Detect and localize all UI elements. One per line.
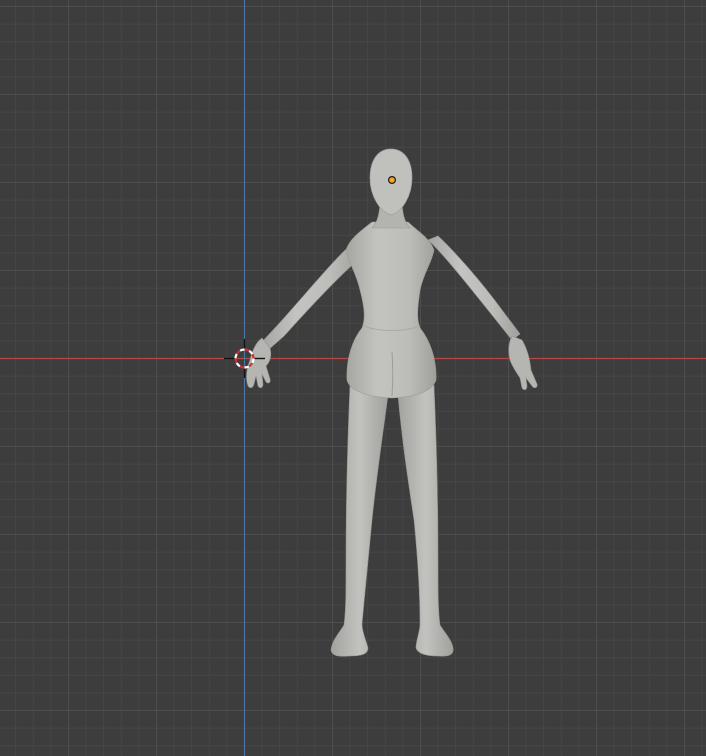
object-origin-point[interactable] bbox=[388, 176, 397, 185]
3d-viewport[interactable] bbox=[0, 0, 706, 756]
viewport-canvas[interactable] bbox=[0, 0, 706, 756]
